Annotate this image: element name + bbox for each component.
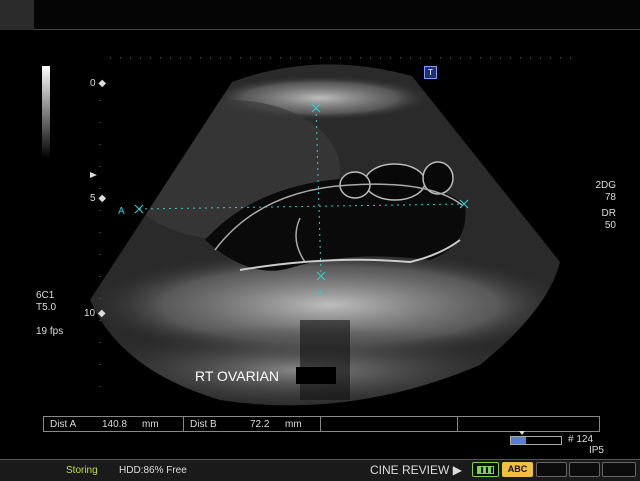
depth-mark-5: 5 ◆ [90, 193, 107, 204]
orientation-marker: T [424, 66, 437, 79]
battery-icon [477, 466, 494, 474]
grayscale-bar [42, 66, 50, 158]
cine-review-button[interactable]: CINE REVIEW ▶ [370, 463, 462, 477]
annotation-cursor-box [296, 367, 336, 384]
measurement-a-value: 140.8 [102, 418, 128, 430]
cine-progress-fill [511, 437, 526, 444]
probe-setting: T5.0 [36, 302, 57, 313]
probe-name: 6C1 [36, 290, 55, 301]
status-bar: Storing HDD:86% Free CINE REVIEW ▶ ABC [0, 459, 640, 481]
shadow-column [300, 320, 350, 400]
measurement-empty-2 [458, 417, 599, 431]
storing-status: Storing [66, 465, 98, 476]
softkey-1-button[interactable] [536, 462, 567, 477]
measurement-b-name: Dist B [190, 418, 217, 430]
hdd-status: HDD:86% Free [119, 465, 187, 476]
abc-button[interactable]: ABC [502, 462, 533, 477]
caliper-b-label: B [317, 289, 322, 298]
measurement-table: Dist A 140.8 mm Dist B 72.2 mm [43, 416, 600, 432]
probe-info: 6C1 T5.0 19 fps [36, 290, 63, 338]
cine-frame-info: # 124 IP5 [568, 434, 604, 456]
measurement-a: Dist A 140.8 mm [44, 417, 184, 431]
measurement-b-value: 72.2 [250, 418, 270, 430]
cine-progress-bar[interactable] [510, 436, 562, 445]
dr-label: DR [601, 208, 616, 219]
frame-rate: 19 fps [36, 326, 64, 337]
frame-number: # 124 [568, 434, 594, 445]
caliper-a-start [134, 204, 144, 214]
mode-label: 2DG [595, 180, 616, 191]
depth-mark-10: 10 ◆ [84, 308, 106, 319]
softkey-2-button[interactable] [569, 462, 600, 477]
battery-indicator-button[interactable] [472, 462, 499, 477]
measurement-b-unit: mm [285, 418, 302, 430]
play-icon: ▶ [452, 463, 462, 477]
cine-review-label: CINE REVIEW [370, 463, 450, 477]
measurement-empty-1 [321, 417, 458, 431]
measurement-a-unit: mm [142, 418, 159, 430]
gain-value: 78 [604, 192, 616, 203]
cine-pointer-icon [519, 431, 525, 435]
annotation-text[interactable]: RT OVARIAN [195, 368, 279, 384]
softkey-3-button[interactable] [602, 462, 636, 477]
measurement-a-name: Dist A [50, 418, 77, 430]
measurement-b: Dist B 72.2 mm [184, 417, 321, 431]
focus-marker [90, 172, 97, 178]
ultrasound-image: A B [90, 57, 580, 406]
image-params: 2DG 78 DR 50 [584, 180, 616, 232]
preset-label: IP5 [588, 445, 604, 456]
loculus-1 [364, 163, 426, 201]
dr-value: 50 [604, 220, 616, 231]
caliper-a-label: A [118, 206, 125, 217]
depth-mark-0: 0 ◆ [90, 78, 107, 89]
